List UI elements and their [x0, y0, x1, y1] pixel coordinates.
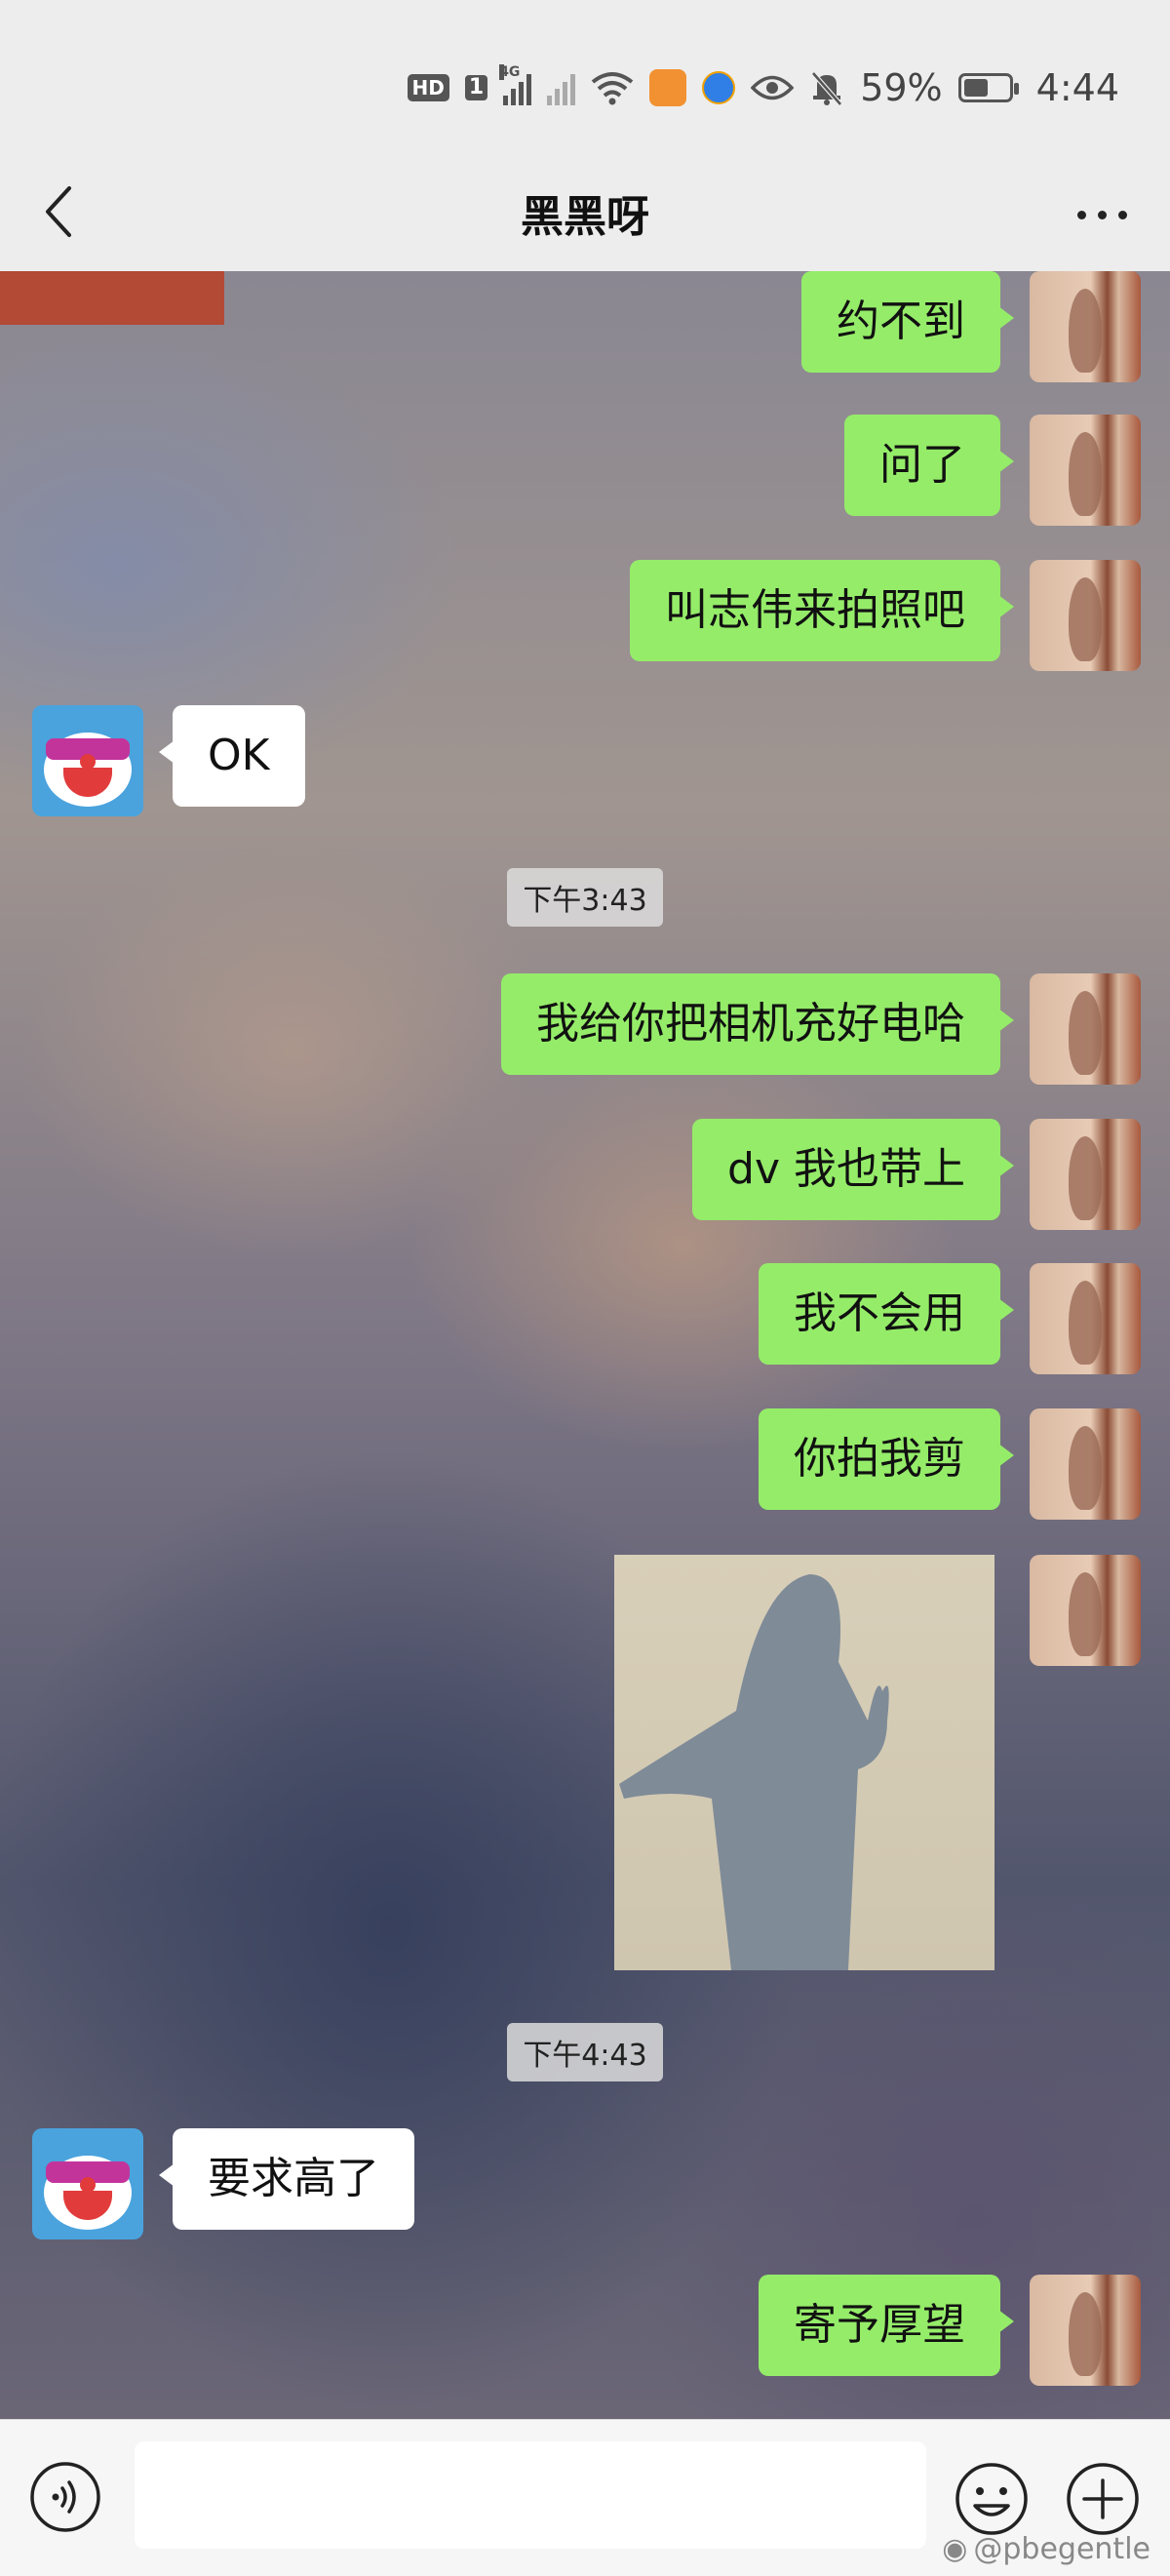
timestamp: 下午4:43	[0, 2023, 1170, 2081]
shadow-photo-message[interactable]	[614, 1555, 994, 1970]
contact-avatar[interactable]	[32, 705, 143, 816]
my-avatar[interactable]	[1030, 973, 1141, 1085]
my-avatar[interactable]	[1030, 1408, 1141, 1520]
bell-muted-icon	[809, 69, 844, 106]
outgoing-bubble[interactable]: dv 我也带上	[692, 1119, 1000, 1220]
watermark-text: @pbegentle	[973, 2532, 1150, 2566]
contact-avatar[interactable]	[32, 2128, 143, 2239]
more-dot	[1077, 211, 1086, 219]
message-row: 我给你把相机充好电哈	[501, 973, 1141, 1085]
browser-app-icon	[702, 71, 735, 104]
voice-icon	[29, 2461, 101, 2533]
message-row: OK	[32, 705, 305, 816]
signal-sim2-icon	[547, 70, 575, 105]
my-avatar[interactable]	[1030, 2275, 1141, 2386]
voice-input-button[interactable]	[29, 2461, 101, 2533]
my-avatar[interactable]	[1030, 1119, 1141, 1230]
outgoing-bubble[interactable]: 问了	[844, 415, 1000, 516]
plus-icon	[1065, 2461, 1141, 2537]
outgoing-bubble[interactable]: 我不会用	[759, 1263, 1000, 1365]
eye-icon	[751, 73, 794, 102]
status-icons: HD 1 4G	[408, 60, 1119, 115]
chat-title: 黑黑呀	[0, 181, 1170, 244]
signal-4g-icon: 4G	[503, 70, 531, 105]
timestamp-label: 下午4:43	[507, 2023, 662, 2081]
battery-icon	[958, 73, 1013, 102]
more-dot	[1118, 211, 1127, 219]
input-bar: ◉ @pbegentle	[0, 2419, 1170, 2576]
shadow-figure-image	[614, 1555, 994, 1970]
message-row: 要求高了	[32, 2128, 414, 2239]
chat-area[interactable]: 约不到 问了 叫志伟来拍照吧 OK 下午3:43 我给你把相机充好电哈 dv 我…	[0, 271, 1170, 2419]
outgoing-bubble[interactable]: 你拍我剪	[759, 1408, 1000, 1510]
more-dot	[1098, 211, 1107, 219]
message-row: 我不会用	[759, 1263, 1141, 1374]
clock: 4:44	[1036, 66, 1119, 109]
message-input[interactable]	[135, 2441, 926, 2549]
wifi-icon	[591, 70, 634, 105]
timestamp: 下午3:43	[0, 868, 1170, 927]
sim-number: 1	[465, 75, 488, 100]
my-avatar[interactable]	[1030, 271, 1141, 382]
smiley-icon	[954, 2461, 1030, 2537]
watermark: ◉ @pbegentle	[942, 2532, 1150, 2566]
status-bar: HD 1 4G	[0, 0, 1170, 166]
more-functions-button[interactable]	[1065, 2461, 1141, 2537]
hd-badge: HD	[408, 74, 449, 101]
more-options-button[interactable]	[1063, 185, 1141, 244]
weibo-icon: ◉	[942, 2532, 967, 2566]
message-row: 问了	[844, 415, 1141, 526]
message-row: 约不到	[801, 271, 1141, 382]
message-row: 寄予厚望	[759, 2275, 1141, 2386]
my-avatar[interactable]	[1030, 1555, 1141, 1666]
my-avatar[interactable]	[1030, 1263, 1141, 1374]
my-avatar[interactable]	[1030, 560, 1141, 671]
timestamp-label: 下午3:43	[507, 868, 662, 927]
outgoing-bubble[interactable]: 叫志伟来拍照吧	[630, 560, 1000, 661]
message-row	[1030, 1555, 1141, 1666]
message-row: 叫志伟来拍照吧	[630, 560, 1141, 671]
message-row: 你拍我剪	[759, 1408, 1141, 1520]
chat-header: 黑黑呀	[0, 156, 1170, 271]
battery-percent: 59%	[860, 66, 942, 109]
outgoing-bubble[interactable]: 约不到	[801, 271, 1000, 373]
message-row: dv 我也带上	[692, 1119, 1141, 1230]
outgoing-bubble[interactable]: 我给你把相机充好电哈	[501, 973, 1000, 1075]
incoming-bubble[interactable]: OK	[173, 705, 305, 807]
network-type-label: 4G	[499, 64, 504, 80]
emoji-button[interactable]	[954, 2461, 1030, 2537]
my-avatar[interactable]	[1030, 415, 1141, 526]
incoming-bubble[interactable]: 要求高了	[173, 2128, 414, 2230]
outgoing-bubble[interactable]: 寄予厚望	[759, 2275, 1000, 2376]
media-app-icon	[649, 69, 686, 106]
